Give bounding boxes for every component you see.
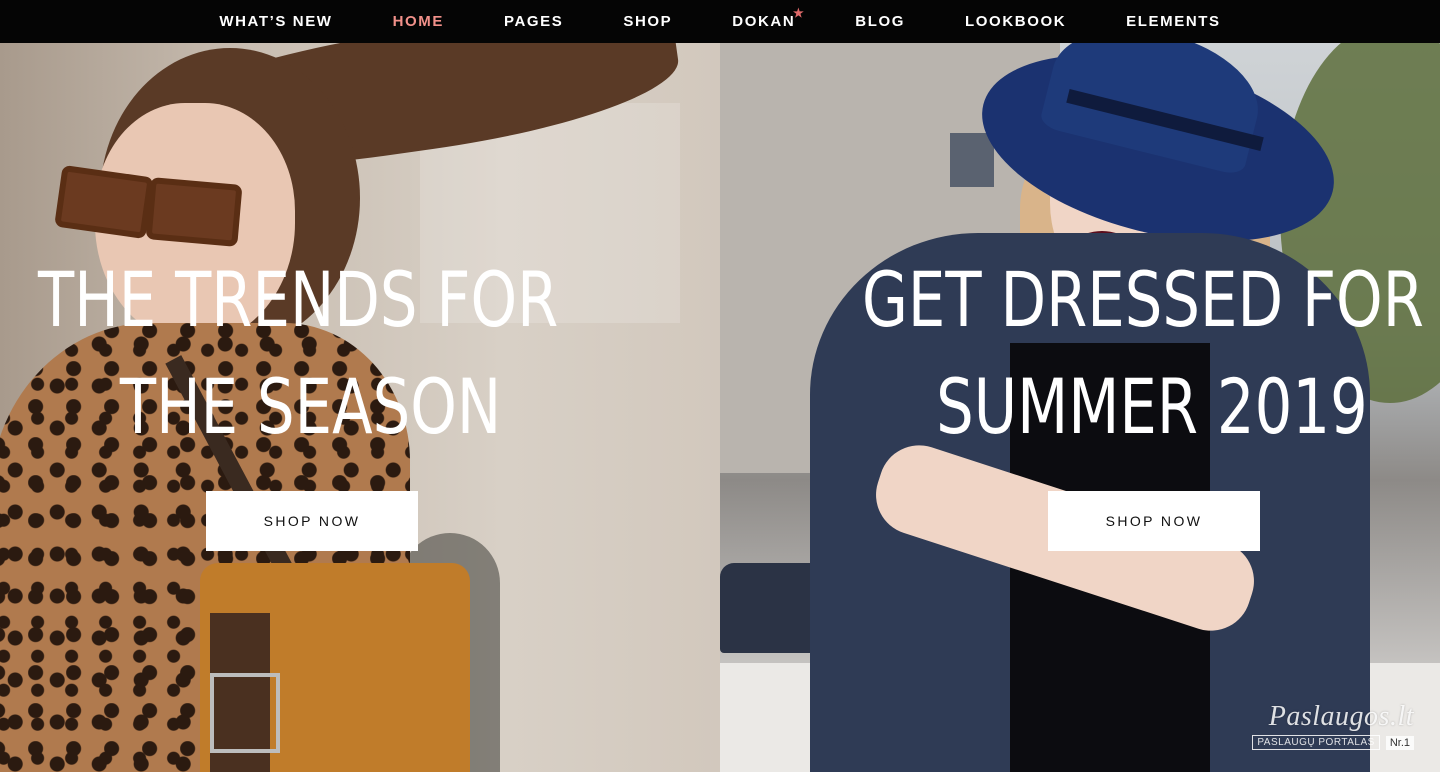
nav-item-pages[interactable]: PAGES bbox=[474, 0, 593, 43]
nav-item-lookbook[interactable]: LOOKBOOK bbox=[935, 0, 1096, 43]
hero-headline-right: GET DRESSED FOR SUMMER 2019 bbox=[862, 246, 1424, 460]
hero-slide-right: GET DRESSED FOR SUMMER 2019 SHOP NOW Pas… bbox=[720, 43, 1440, 772]
watermark-main: Paslaugos.lt bbox=[1268, 701, 1414, 732]
nav-item-blog[interactable]: BLOG bbox=[825, 0, 935, 43]
nav-label: SHOP bbox=[623, 13, 673, 30]
hero-slide-left: THE TRENDS FOR THE SEASON SHOP NOW bbox=[0, 43, 720, 772]
shop-now-button-left[interactable]: SHOP NOW bbox=[206, 491, 418, 551]
watermark-badge: Nr.1 bbox=[1385, 735, 1414, 750]
nav-item-home[interactable]: HOME bbox=[363, 0, 474, 43]
watermark-subtitle: PASLAUGŲ PORTALAS bbox=[1252, 735, 1380, 750]
nav-label: DOKAN bbox=[732, 13, 796, 30]
shop-now-button-right[interactable]: SHOP NOW bbox=[1048, 491, 1260, 551]
nav-label: HOME bbox=[392, 13, 444, 30]
nav-item-elements[interactable]: ELEMENTS bbox=[1096, 0, 1250, 43]
nav-item-dokan[interactable]: DOKAN ★ bbox=[702, 0, 825, 43]
headline-line-2: THE SEASON bbox=[119, 362, 502, 451]
hero-headline-left: THE TRENDS FOR THE SEASON bbox=[38, 246, 558, 460]
top-navigation: WHAT’S NEW HOME PAGES SHOP DOKAN ★ BLOG … bbox=[0, 0, 1440, 43]
building-window bbox=[950, 133, 994, 187]
bag-buckle bbox=[210, 673, 280, 753]
nav-item-whats-new[interactable]: WHAT’S NEW bbox=[189, 0, 362, 43]
watermark-logo: Paslaugos.lt PASLAUGŲ PORTALAS Nr.1 bbox=[1252, 701, 1414, 750]
nav-label: BLOG bbox=[855, 13, 906, 30]
nav-list: WHAT’S NEW HOME PAGES SHOP DOKAN ★ BLOG … bbox=[189, 0, 1250, 43]
sunglasses-lens-left bbox=[54, 164, 154, 240]
headline-line-1: THE TRENDS FOR bbox=[38, 255, 559, 344]
headline-line-2: SUMMER 2019 bbox=[936, 362, 1368, 451]
watermark-sub: PASLAUGŲ PORTALAS Nr.1 bbox=[1252, 735, 1414, 750]
headline-line-1: GET DRESSED FOR bbox=[862, 255, 1424, 344]
star-icon: ★ bbox=[792, 6, 806, 20]
nav-item-shop[interactable]: SHOP bbox=[593, 0, 702, 43]
nav-label: WHAT’S NEW bbox=[219, 13, 333, 30]
nav-label: PAGES bbox=[503, 13, 564, 30]
nav-label: ELEMENTS bbox=[1126, 13, 1221, 30]
sunglasses-lens-right bbox=[145, 177, 243, 247]
nav-label: LOOKBOOK bbox=[965, 13, 1067, 30]
